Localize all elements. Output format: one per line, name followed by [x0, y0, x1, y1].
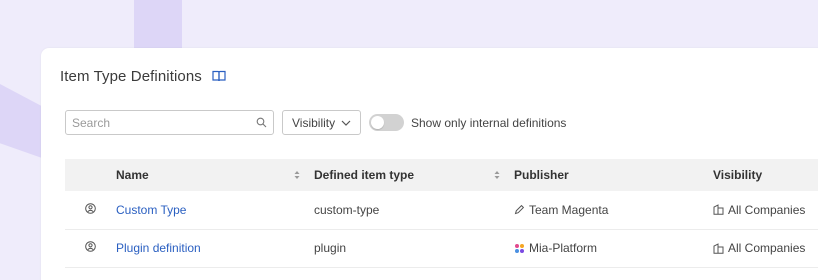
- internal-definitions-toggle[interactable]: [369, 114, 404, 131]
- item-type-icon: [84, 241, 96, 252]
- title-row: Item Type Definitions: [60, 66, 226, 86]
- row-type: plugin: [314, 241, 347, 255]
- column-header-visibility: Visibility: [713, 159, 818, 191]
- book-icon[interactable]: [212, 70, 226, 82]
- visibility-value: All Companies: [728, 241, 806, 255]
- column-header-publisher: Publisher: [514, 159, 713, 191]
- search-input[interactable]: [72, 115, 252, 130]
- row-publisher: Team Magenta: [514, 191, 713, 229]
- building-icon: [713, 242, 724, 254]
- visibility-select[interactable]: Visibility: [282, 110, 361, 135]
- row-type: custom-type: [314, 202, 380, 217]
- publisher-name: Mia-Platform: [529, 241, 598, 255]
- table-row[interactable]: Plugin definition plugin Mia-Platform Al…: [65, 229, 818, 267]
- column-header-type-label: Defined item type: [314, 168, 415, 182]
- chevron-down-icon: [341, 120, 351, 126]
- visibility-select-label: Visibility: [292, 115, 336, 130]
- toggle-knob: [371, 116, 384, 129]
- column-header-visibility-label: Visibility: [713, 168, 763, 182]
- row-visibility: All Companies: [713, 191, 818, 229]
- filters-bar: Visibility Show only internal definition…: [65, 110, 566, 135]
- sort-icon[interactable]: [294, 170, 300, 180]
- item-type-icon: [84, 202, 96, 214]
- search-box: [65, 110, 274, 135]
- visibility-value: All Companies: [728, 202, 806, 217]
- column-header-type[interactable]: Defined item type: [314, 159, 514, 191]
- row-publisher: Mia-Platform: [514, 229, 713, 267]
- item-name-link[interactable]: Plugin definition: [116, 241, 201, 255]
- toggle-label: Show only internal definitions: [411, 115, 567, 130]
- row-icon-cell: [65, 191, 115, 229]
- row-icon-cell: [65, 229, 115, 267]
- item-name-link[interactable]: Custom Type: [116, 203, 186, 217]
- column-header-name[interactable]: Name: [115, 159, 314, 191]
- main-card: Item Type Definitions Visibility Show on…: [41, 48, 818, 280]
- column-header-publisher-label: Publisher: [514, 168, 569, 182]
- table-header-row: Name Defined item type Publisher Visibil…: [65, 159, 818, 191]
- publisher-name: Team Magenta: [529, 202, 609, 217]
- pen-icon: [514, 205, 525, 215]
- row-visibility: All Companies: [713, 229, 818, 267]
- sort-icon[interactable]: [494, 170, 500, 180]
- mia-logo-icon: [515, 243, 524, 253]
- page-title: Item Type Definitions: [60, 67, 202, 85]
- definitions-table: Name Defined item type Publisher Visibil…: [65, 159, 818, 268]
- row-name[interactable]: Plugin definition: [115, 229, 314, 267]
- search-icon[interactable]: [256, 117, 267, 128]
- building-icon: [713, 204, 724, 216]
- header-icon-column: [65, 159, 115, 191]
- column-header-name-label: Name: [116, 168, 149, 182]
- background-decoration: [0, 84, 42, 158]
- table-row[interactable]: Custom Type custom-type Team Magenta All…: [65, 191, 818, 229]
- row-name[interactable]: Custom Type: [115, 191, 314, 229]
